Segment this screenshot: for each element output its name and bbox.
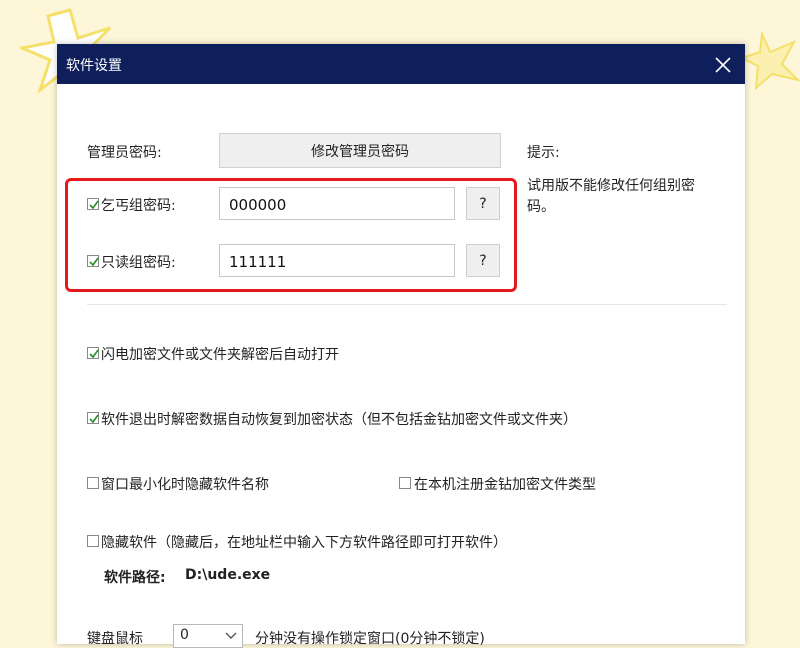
- close-icon: [715, 57, 731, 73]
- readonly-group-help-label: ?: [479, 252, 487, 269]
- hide-software-label: 隐藏软件（隐藏后，在地址栏中输入下方软件路径即可打开软件）: [101, 535, 507, 551]
- close-button[interactable]: [701, 44, 745, 84]
- background-burst-decoration-right: [742, 30, 800, 90]
- beggar-group-checkbox[interactable]: [87, 198, 99, 210]
- readonly-group-label: 只读组密码:: [101, 255, 176, 271]
- readonly-group-help-button[interactable]: ?: [466, 244, 500, 277]
- checkmark-icon: [89, 414, 99, 424]
- title-bar: 软件设置: [57, 44, 745, 84]
- readonly-group-password-field[interactable]: 111111: [219, 244, 455, 277]
- section-divider: [87, 304, 727, 305]
- change-admin-password-button[interactable]: 修改管理员密码: [219, 133, 501, 168]
- lock-suffix-label: 分钟没有操作锁定窗口(0分钟不锁定): [255, 631, 485, 647]
- admin-password-label: 管理员密码:: [87, 145, 162, 161]
- readonly-group-checkbox[interactable]: [87, 255, 99, 267]
- beggar-group-help-label: ?: [479, 195, 487, 212]
- lock-minutes-select[interactable]: 0: [173, 624, 243, 648]
- flash-open-checkbox[interactable]: [87, 347, 99, 359]
- flash-open-label: 闪电加密文件或文件夹解密后自动打开: [101, 347, 339, 363]
- hide-name-minimized-checkbox[interactable]: [87, 477, 99, 489]
- checkmark-icon: [89, 349, 99, 359]
- beggar-group-label: 乞丐组密码:: [101, 198, 176, 214]
- restore-on-exit-checkbox[interactable]: [87, 412, 99, 424]
- register-filetype-label: 在本机注册金钻加密文件类型: [414, 477, 596, 493]
- change-admin-password-button-label: 修改管理员密码: [311, 143, 409, 160]
- window-title: 软件设置: [66, 58, 122, 74]
- beggar-group-password-field[interactable]: 000000: [219, 187, 455, 220]
- beggar-group-help-button[interactable]: ?: [466, 187, 500, 220]
- lock-label: 键盘鼠标: [87, 631, 143, 647]
- lock-minutes-value: 0: [180, 627, 189, 643]
- hide-name-minimized-label: 窗口最小化时隐藏软件名称: [101, 477, 269, 493]
- restore-on-exit-label: 软件退出时解密数据自动恢复到加密状态（但不包括金钻加密文件或文件夹）: [101, 412, 577, 428]
- software-path-value: D:\ude.exe: [185, 567, 271, 583]
- software-path-label: 软件路径:: [104, 570, 166, 586]
- hint-text: 试用版不能修改任何组别密码。: [527, 178, 695, 215]
- checkmark-icon: [89, 200, 99, 210]
- register-filetype-checkbox[interactable]: [399, 477, 411, 489]
- checkmark-icon: [89, 257, 99, 267]
- hide-software-checkbox[interactable]: [87, 535, 99, 547]
- chevron-down-icon: [225, 632, 237, 639]
- hint-label: 提示:: [527, 145, 560, 161]
- settings-dialog: 软件设置 管理员密码: 修改管理员密码 提示: 试用版不能修改任何组别密码。 乞…: [57, 44, 745, 648]
